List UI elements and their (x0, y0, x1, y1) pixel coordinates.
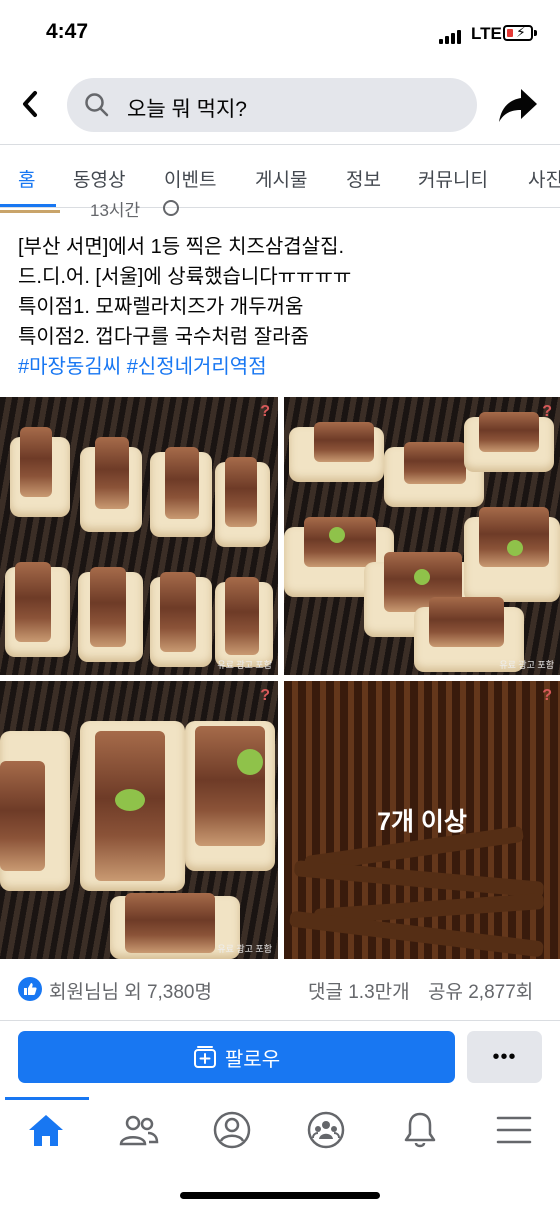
nav-groups[interactable] (296, 1107, 356, 1153)
search-query: 오늘 뭐 먹지? (127, 98, 247, 121)
thumbs-up-icon (18, 977, 42, 1001)
post-text-line: [부산 서면]에서 1등 찍은 치즈삼겹살집. (18, 236, 345, 258)
more-photos-label: 7개 이상 (377, 808, 467, 836)
reactions-bar: 회원님님 외 7,380명 댓글 1.3만개 공유 2,877회 (0, 959, 560, 1021)
status-bar: 4:47 LTE ⚡ (0, 0, 560, 68)
more-options-button[interactable]: ••• (467, 1031, 542, 1083)
home-indicator[interactable] (180, 1192, 380, 1199)
signal-icon (439, 28, 465, 44)
hashtag-link[interactable]: #마장동김씨 (18, 356, 121, 378)
nav-profile[interactable] (202, 1107, 262, 1153)
post-photo[interactable]: 7개 이상 ? (284, 681, 560, 959)
home-icon (29, 1115, 63, 1146)
tab-community[interactable]: 커뮤니티 (418, 165, 488, 192)
post-text-line: 특이점2. 껍다구를 국수처럼 잘라줌 (18, 326, 309, 348)
follow-icon (193, 1046, 216, 1068)
page-logo (0, 210, 60, 213)
tab-posts[interactable]: 게시물 (255, 165, 307, 192)
search-header: 오늘 뭐 먹지? (0, 68, 560, 144)
profile-icon (213, 1111, 251, 1149)
back-button[interactable] (14, 88, 46, 120)
post-text-line: 드.디.어. [서울]에 상륙했습니다ㅠㅠㅠㅠ (18, 266, 352, 288)
share-button[interactable] (497, 85, 539, 125)
menu-icon (496, 1116, 532, 1144)
post-time[interactable]: 13시간 (90, 198, 140, 221)
search-icon (85, 93, 109, 117)
comments-count[interactable]: 댓글 1.3만개 (308, 977, 410, 1004)
nav-home[interactable] (16, 1107, 76, 1153)
post-photo[interactable]: ? 유료 광고 포함 (284, 397, 560, 675)
search-input[interactable]: 오늘 뭐 먹지? (67, 78, 477, 132)
tab-home[interactable]: 홈 (18, 165, 35, 192)
nav-friends[interactable] (109, 1107, 169, 1153)
nav-notifications[interactable] (390, 1107, 450, 1153)
question-badge: ? (260, 687, 270, 704)
ad-label: 유료 광고 포함 (217, 660, 272, 670)
status-time: 4:47 (46, 20, 89, 43)
network-label: LTE (471, 24, 502, 43)
globe-icon (163, 200, 179, 216)
active-nav-indicator (5, 1097, 89, 1100)
bottom-navigation (0, 1097, 560, 1163)
photo-grid: ? 유료 광고 포함 ? 유료 광고 포함 ? 유료 광고 포함 7개 이상 ? (0, 397, 560, 959)
question-badge: ? (542, 403, 552, 420)
share-arrow-icon (499, 89, 537, 122)
post-meta: 13시간 (0, 198, 560, 222)
shares-count[interactable]: 공유 2,877회 (428, 977, 533, 1004)
friends-icon (119, 1115, 159, 1146)
tab-events[interactable]: 이벤트 (164, 165, 216, 192)
chevron-left-icon (23, 91, 37, 117)
more-photos-overlay[interactable]: 7개 이상 (284, 681, 560, 959)
tab-videos[interactable]: 동영상 (73, 165, 125, 192)
follow-label: 팔로우 (224, 1048, 281, 1071)
battery-icon: ⚡ (503, 24, 533, 41)
follow-button[interactable]: 팔로우 (18, 1031, 455, 1083)
likes-count[interactable]: 회원님님 외 7,380명 (49, 977, 212, 1004)
question-badge: ? (260, 403, 270, 420)
ad-label: 유료 광고 포함 (217, 944, 272, 954)
post-text-line: 특이점1. 모짜렐라치즈가 개두꺼움 (18, 296, 304, 318)
groups-icon (307, 1111, 345, 1149)
post-body: [부산 서면]에서 1등 찍은 치즈삼겹살집. 드.디.어. [서울]에 상륙했… (18, 232, 548, 382)
hashtag-link[interactable]: #신정네거리역점 (127, 356, 267, 378)
nav-menu[interactable] (484, 1107, 544, 1153)
question-badge: ? (542, 687, 552, 704)
post-photo[interactable]: ? 유료 광고 포함 (0, 397, 278, 675)
tab-photos[interactable]: 사진 (528, 165, 560, 192)
post-photo[interactable]: ? 유료 광고 포함 (0, 681, 278, 959)
ad-label: 유료 광고 포함 (499, 660, 554, 670)
bell-icon (404, 1112, 436, 1148)
tab-info[interactable]: 정보 (346, 165, 381, 192)
